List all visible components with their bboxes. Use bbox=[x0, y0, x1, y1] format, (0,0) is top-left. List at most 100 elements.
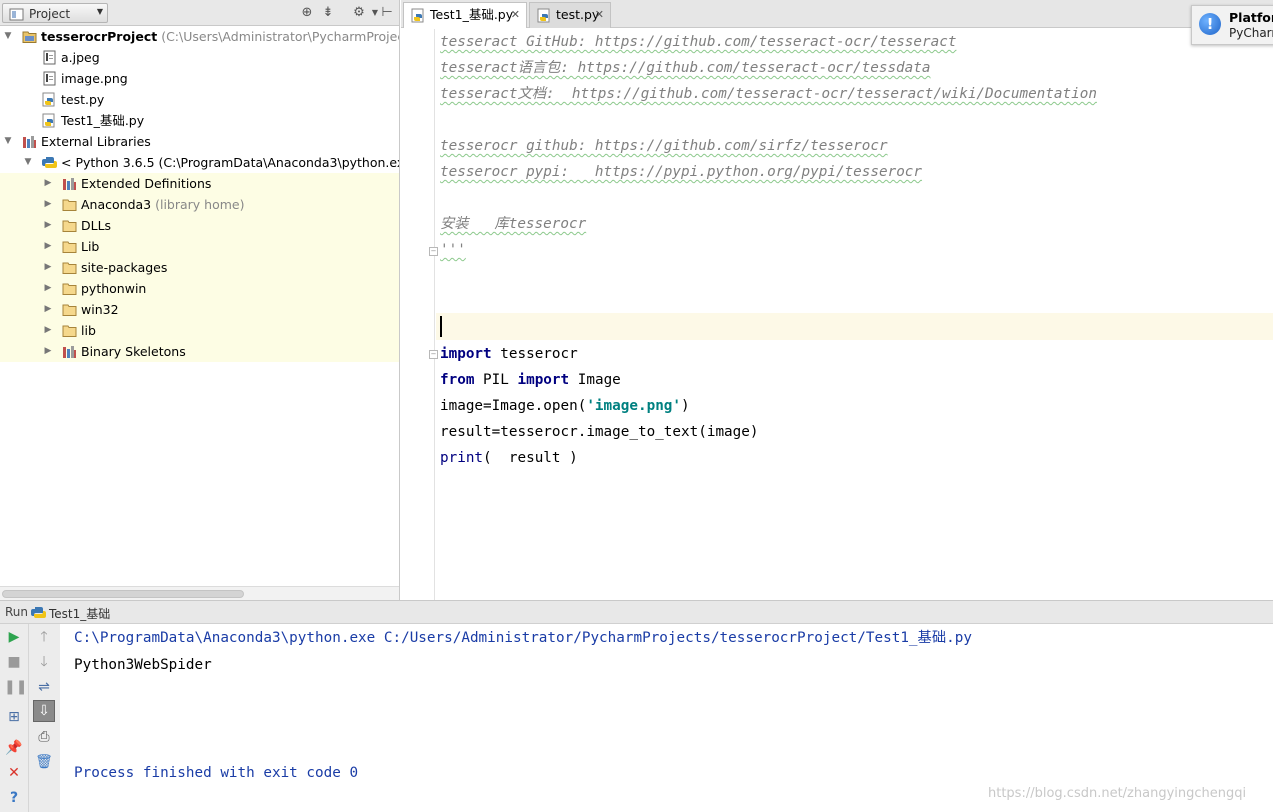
tab-test1-py[interactable]: Test1_基础.py ✕ bbox=[403, 2, 527, 28]
lib-label: Lib bbox=[81, 239, 100, 254]
tree-file-test-py[interactable]: test.py bbox=[0, 89, 399, 110]
project-view-selector[interactable]: Project ▼ bbox=[2, 3, 108, 23]
tree-python-sdk[interactable]: ▼ < Python 3.6.5 (C:\ProgramData\Anacond… bbox=[0, 152, 400, 173]
python-file-icon bbox=[537, 8, 552, 23]
tree-expanded-icon[interactable]: ▼ bbox=[3, 26, 13, 47]
code-line: 安装 库tesserocr bbox=[440, 216, 587, 232]
tree-collapsed-icon[interactable]: ▶ bbox=[43, 257, 53, 278]
code-line: from PIL import Image bbox=[440, 367, 621, 393]
chevron-down-icon: ▼ bbox=[96, 7, 103, 16]
tree-lib-dlls[interactable]: ▶ DLLs bbox=[0, 215, 399, 236]
folder-icon bbox=[62, 239, 77, 254]
tree-collapsed-icon[interactable]: ▶ bbox=[43, 278, 53, 299]
tree-collapsed-icon[interactable]: ▶ bbox=[43, 236, 53, 257]
code-line: ''' bbox=[440, 242, 466, 258]
editor-tab-bar: Test1_基础.py ✕ test.py ✕ bbox=[401, 0, 1273, 28]
tree-file-test1-py[interactable]: Test1_基础.py bbox=[0, 110, 399, 131]
console-output-line: Python3WebSpider bbox=[74, 657, 212, 673]
builtin: print bbox=[440, 450, 484, 466]
stop-icon[interactable]: ■ bbox=[4, 652, 24, 672]
pause-icon[interactable]: ❚❚ bbox=[4, 677, 27, 697]
python-file-icon bbox=[42, 113, 57, 128]
locate-target-icon[interactable]: ⊕ bbox=[298, 4, 316, 22]
project-tree[interactable]: ▼ tesserocrProject (C:\Users\Administrat… bbox=[0, 26, 400, 586]
editor-gutter[interactable]: − − bbox=[401, 29, 438, 600]
code-text: image=Image.open( bbox=[440, 398, 587, 414]
tree-lib-extended-definitions[interactable]: ▶ Extended Definitions bbox=[0, 173, 399, 194]
library-icon bbox=[62, 176, 77, 191]
scrollbar-thumb[interactable] bbox=[2, 590, 244, 598]
arrow-down-icon[interactable]: 🡓 bbox=[34, 652, 54, 672]
run-config-name: Test1_基础 bbox=[49, 607, 111, 621]
tree-lib-lib-lower[interactable]: ▶ lib bbox=[0, 320, 399, 341]
tree-expanded-icon[interactable]: ▼ bbox=[23, 152, 33, 173]
close-run-icon[interactable]: ✕ bbox=[4, 763, 24, 783]
code-editor[interactable]: tesseract GitHub: https://github.com/tes… bbox=[436, 29, 1273, 600]
notification-subtitle: PyCharm bbox=[1229, 26, 1273, 40]
tree-lib-pythonwin[interactable]: ▶ pythonwin bbox=[0, 278, 399, 299]
close-icon[interactable]: ✕ bbox=[595, 3, 604, 27]
lib-label: Anaconda3 bbox=[81, 197, 152, 212]
tree-collapsed-icon[interactable]: ▶ bbox=[43, 320, 53, 341]
project-folder-icon bbox=[22, 29, 37, 44]
scroll-to-end-icon[interactable]: ⇩ bbox=[33, 700, 55, 722]
info-icon: ! bbox=[1199, 13, 1221, 35]
tree-file-image-png[interactable]: image.png bbox=[0, 68, 399, 89]
tree-collapsed-icon[interactable]: ▶ bbox=[43, 194, 53, 215]
arrow-up-icon[interactable]: 🡑 bbox=[34, 627, 54, 647]
folder-icon bbox=[62, 260, 77, 275]
tree-external-libraries[interactable]: ▼ External Libraries bbox=[0, 131, 399, 152]
tree-collapsed-icon[interactable]: ▶ bbox=[43, 299, 53, 320]
rerun-icon[interactable]: ▶ bbox=[4, 627, 24, 647]
tree-collapsed-icon[interactable]: ▶ bbox=[43, 173, 53, 194]
restore-layout-icon[interactable]: ⊞ bbox=[4, 707, 24, 727]
folder-icon bbox=[62, 323, 77, 338]
close-icon[interactable]: ✕ bbox=[511, 3, 520, 27]
help-icon[interactable]: ? bbox=[4, 788, 24, 808]
pin-icon[interactable]: 📌 bbox=[4, 738, 24, 758]
lib-hint: (library home) bbox=[155, 197, 245, 212]
tree-lib-binary-skeletons[interactable]: ▶ Binary Skeletons bbox=[0, 341, 399, 362]
file-label: a.jpeg bbox=[61, 50, 100, 65]
collapse-all-icon[interactable]: ⇟ bbox=[319, 4, 337, 22]
notification-title: Platform bbox=[1229, 10, 1273, 25]
lib-label: win32 bbox=[81, 302, 119, 317]
external-libraries-label: External Libraries bbox=[41, 134, 151, 149]
tree-expanded-icon[interactable]: ▼ bbox=[3, 131, 13, 152]
platform-notification[interactable]: ! Platform PyCharm bbox=[1191, 5, 1273, 45]
hide-panel-icon[interactable]: ⊢ bbox=[378, 4, 396, 22]
tree-lib-win32[interactable]: ▶ win32 bbox=[0, 299, 399, 320]
sdk-label: < Python 3.6.5 (C:\ProgramData\Anaconda3… bbox=[61, 155, 400, 170]
console-exit-line: Process finished with exit code 0 bbox=[74, 765, 359, 781]
tree-lib-anaconda3[interactable]: ▶ Anaconda3 (library home) bbox=[0, 194, 399, 215]
code-line: import tesserocr bbox=[440, 341, 578, 367]
tab-label: Test1_基础.py bbox=[430, 7, 514, 22]
lib-label: Binary Skeletons bbox=[81, 344, 186, 359]
trash-icon[interactable]: 🗑 bbox=[34, 752, 54, 772]
tab-test-py[interactable]: test.py ✕ bbox=[529, 2, 611, 28]
lib-label: lib bbox=[81, 323, 96, 338]
project-name: tesserocrProject bbox=[41, 29, 158, 44]
print-icon[interactable]: ⎙ bbox=[34, 727, 54, 747]
run-console[interactable]: C:\ProgramData\Anaconda3\python.exe C:/U… bbox=[60, 624, 1273, 812]
tree-lib-lib[interactable]: ▶ Lib bbox=[0, 236, 399, 257]
tree-collapsed-icon[interactable]: ▶ bbox=[43, 341, 53, 362]
python-icon bbox=[31, 605, 46, 620]
project-horizontal-scrollbar[interactable] bbox=[0, 586, 399, 600]
code-line: print( result ) bbox=[440, 445, 578, 471]
folder-icon bbox=[62, 302, 77, 317]
tree-collapsed-icon[interactable]: ▶ bbox=[43, 215, 53, 236]
tree-file-a-jpeg[interactable]: a.jpeg bbox=[0, 47, 399, 68]
soft-wrap-icon[interactable]: ⇌ bbox=[34, 677, 54, 697]
file-label: test.py bbox=[61, 92, 105, 107]
code-line: tesserocr pypi: https://pypi.python.org/… bbox=[440, 164, 923, 180]
tree-root-project[interactable]: ▼ tesserocrProject (C:\Users\Administrat… bbox=[0, 26, 399, 47]
keyword: from bbox=[440, 372, 475, 388]
code-text: ( result ) bbox=[483, 450, 578, 466]
project-view-label: Project bbox=[29, 7, 71, 21]
tree-lib-site-packages[interactable]: ▶ site-packages bbox=[0, 257, 399, 278]
identifier: Image bbox=[569, 372, 621, 388]
run-label: Run bbox=[5, 605, 29, 619]
code-text: ) bbox=[681, 398, 690, 414]
code-line: result=tesserocr.image_to_text(image) bbox=[440, 424, 759, 440]
